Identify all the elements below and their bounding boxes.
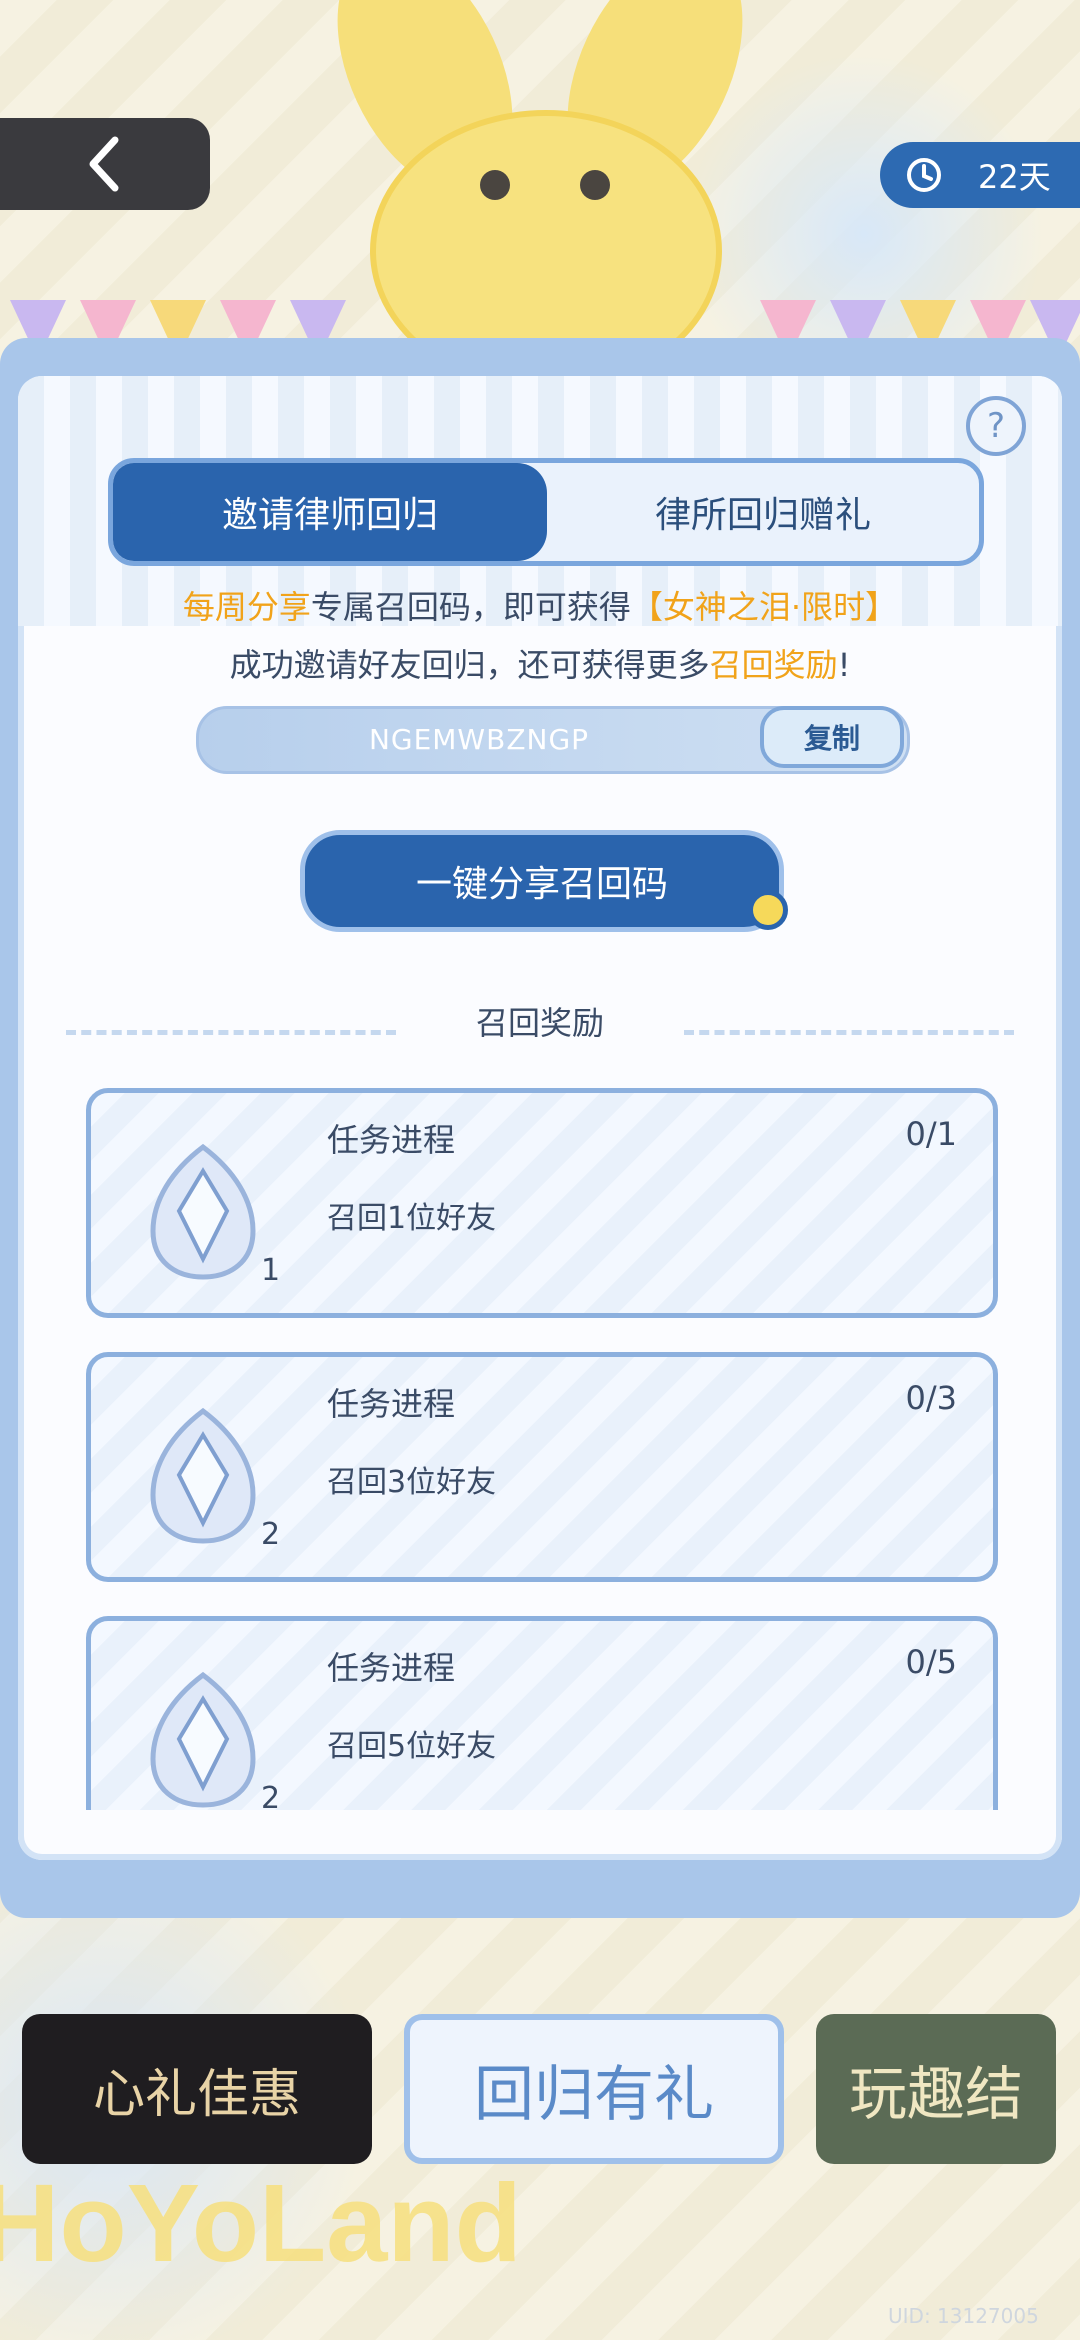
task-title: 任务进程 — [327, 1385, 456, 1423]
copy-button[interactable]: 复制 — [760, 706, 904, 768]
info-text: ! — [837, 646, 851, 684]
section-title: 召回奖励 — [475, 1004, 604, 1042]
info-line-2: 成功邀请好友回归，还可获得更多召回奖励! — [0, 636, 1080, 694]
reward-card: 2 任务进程 0/5 召回5位好友 — [86, 1616, 998, 1810]
event-banner-strip: 心礼佳惠 回归有礼 玩趣结 — [0, 2014, 1080, 2164]
recall-reward-highlight: 召回奖励 — [709, 646, 838, 684]
banner-fun[interactable]: 玩趣结 — [816, 2014, 1056, 2164]
event-timer: 22天 — [880, 142, 1080, 208]
back-button[interactable] — [0, 118, 210, 210]
user-id: UID: 13127005 — [888, 2304, 1039, 2328]
task-description: 召回3位好友 — [327, 1465, 497, 1500]
banner-bountiful-gifts[interactable]: 心礼佳惠 — [22, 2014, 372, 2164]
mascot-right-eye — [580, 170, 610, 200]
task-progress: 0/3 — [905, 1379, 958, 1417]
goddess-tear-gem-icon — [150, 1671, 256, 1808]
chevron-left-icon — [89, 136, 119, 192]
reward-count: 1 — [261, 1253, 281, 1288]
info-text: 专属召回码，即可获得 — [310, 588, 631, 626]
invite-info: 每周分享专属召回码，即可获得【女神之泪·限时】 成功邀请好友回归，还可获得更多召… — [0, 578, 1080, 694]
tab-return-gifts[interactable]: 律所回归赠礼 — [547, 463, 979, 561]
help-button[interactable]: ? — [966, 396, 1026, 456]
info-line-1: 每周分享专属召回码，即可获得【女神之泪·限时】 — [0, 578, 1080, 636]
brand-watermark: HoYoLand — [0, 2162, 522, 2285]
reward-name-highlight: 【女神之泪·限时】 — [630, 588, 898, 626]
task-title: 任务进程 — [327, 1649, 456, 1687]
goddess-tear-gem-icon — [150, 1143, 256, 1280]
goddess-tear-gem-icon — [150, 1407, 256, 1544]
banner-return-gifts[interactable]: 回归有礼 — [404, 2014, 784, 2164]
info-text: 成功邀请好友回归，还可获得更多 — [229, 646, 710, 684]
task-title: 任务进程 — [327, 1121, 456, 1159]
task-progress: 0/5 — [905, 1643, 958, 1681]
reward-card: 2 任务进程 0/3 召回3位好友 — [86, 1352, 998, 1582]
reward-card: 1 任务进程 0/1 召回1位好友 — [86, 1088, 998, 1318]
reward-count: 2 — [261, 1517, 281, 1552]
recall-code: NGEMWBZNGP — [368, 723, 590, 756]
tab-bar: 邀请律师回归 律所回归赠礼 — [108, 458, 984, 566]
share-code-button[interactable]: 一键分享召回码 — [300, 830, 784, 932]
weekly-share-highlight: 每周分享 — [182, 588, 311, 626]
task-description: 召回1位好友 — [327, 1201, 497, 1236]
task-description: 召回5位好友 — [327, 1729, 497, 1764]
reward-list[interactable]: 1 任务进程 0/1 召回1位好友 2 任务进程 0/3 召回3位好友 2 任务… — [0, 1084, 1080, 1810]
decorative-dot-icon — [748, 890, 788, 930]
mascot-left-eye — [480, 170, 510, 200]
task-progress: 0/1 — [905, 1115, 958, 1153]
tab-invite-lawyer[interactable]: 邀请律师回归 — [113, 463, 547, 561]
clock-icon — [907, 158, 941, 192]
reward-count: 2 — [261, 1781, 281, 1810]
days-remaining: 22天 — [978, 158, 1051, 196]
